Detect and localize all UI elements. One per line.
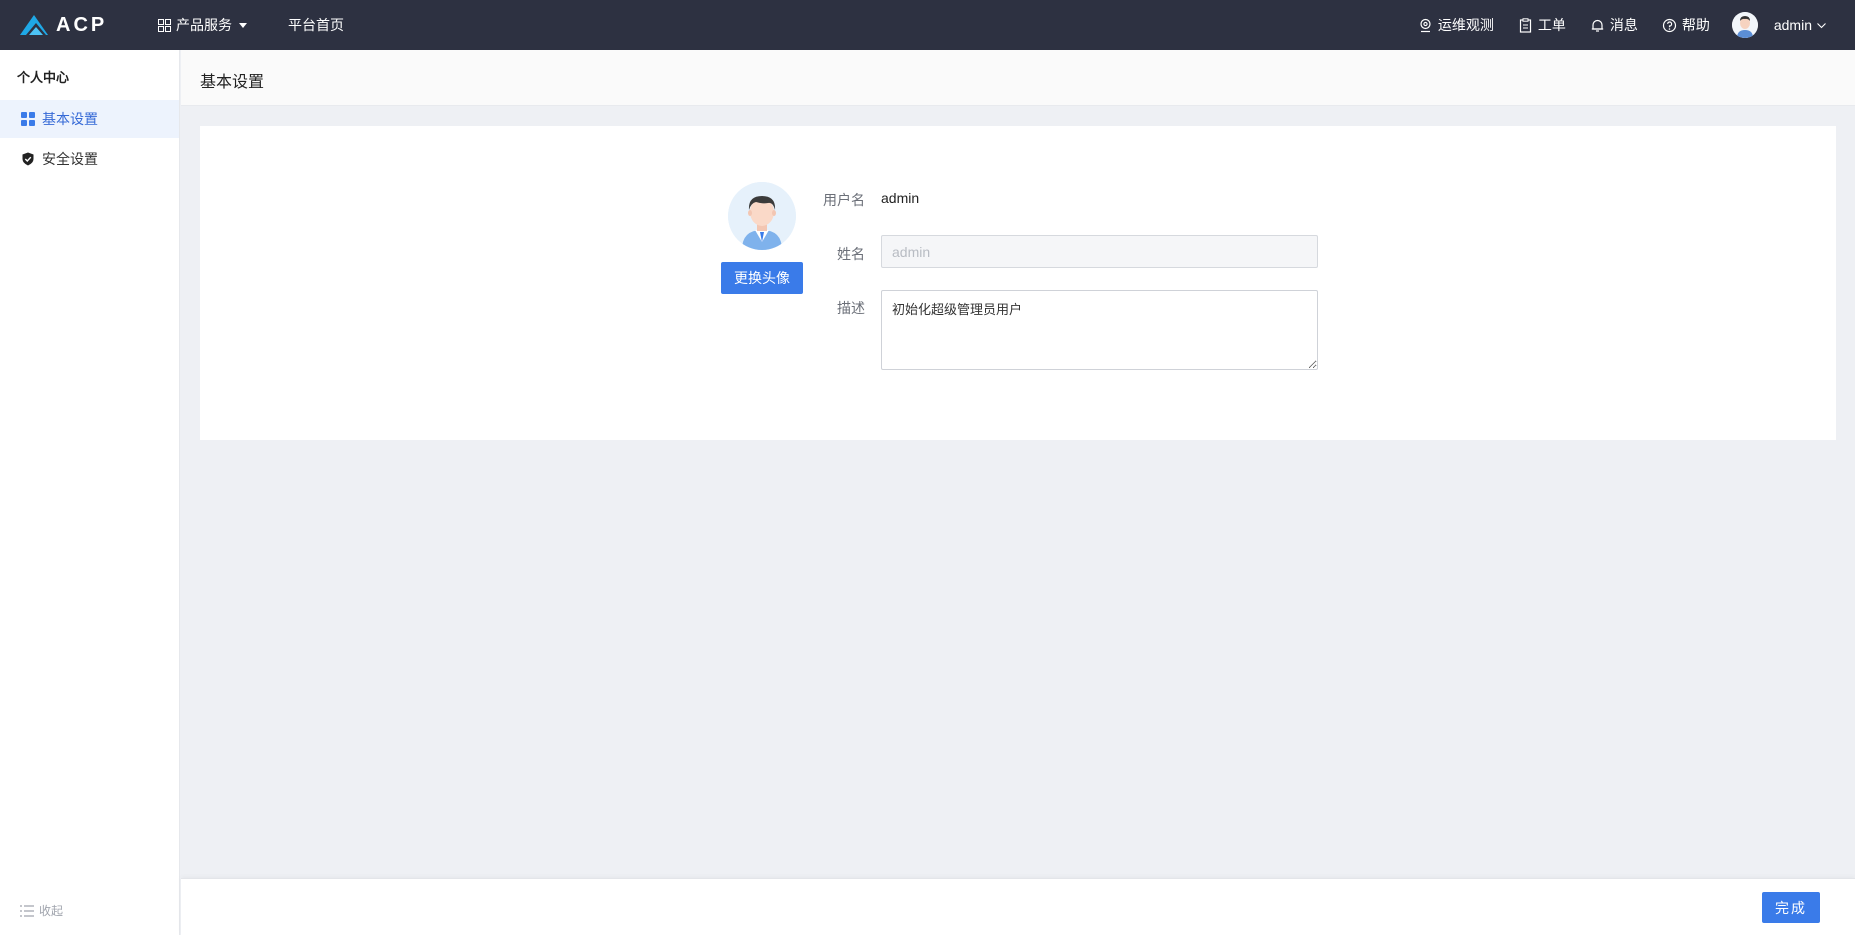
user-avatar[interactable] xyxy=(1731,12,1758,38)
platform-home-label: 平台首页 xyxy=(288,17,344,33)
name-input[interactable] xyxy=(881,235,1318,268)
profile-card xyxy=(200,126,1836,440)
sidebar-item-basic-settings[interactable]: 基本设置 xyxy=(0,100,179,138)
sidebar-title: 个人中心 xyxy=(17,70,70,85)
username-value: admin xyxy=(881,190,920,206)
done-button[interactable]: 完成 xyxy=(1762,892,1820,923)
top-navigation-bar: ACP 产品服务 平台首页 运维观测 工单 消息 帮助 admin xyxy=(0,0,1855,50)
ticket-label: 工单 xyxy=(1537,17,1566,33)
user-avatar-image xyxy=(1731,12,1758,38)
sidebar-item-label: 安全设置 xyxy=(42,151,98,167)
sidebar: 个人中心 基本设置 安全设置 收起 xyxy=(0,50,180,935)
chevron-down-icon xyxy=(1817,22,1826,28)
top-right-actions: 运维观测 工单 消息 帮助 admin xyxy=(1418,0,1827,50)
sidebar-item-label: 基本设置 xyxy=(42,111,98,127)
help-link[interactable]: 帮助 xyxy=(1662,15,1710,35)
page-header: 基本设置 xyxy=(181,50,1855,106)
product-services-menu[interactable]: 产品服务 xyxy=(158,0,247,50)
collapse-label: 收起 xyxy=(39,904,64,918)
location-pin-icon xyxy=(1420,18,1431,32)
ops-observe-link[interactable]: 运维观测 xyxy=(1418,15,1494,35)
ops-observe-label: 运维观测 xyxy=(1437,17,1494,33)
message-label: 消息 xyxy=(1609,17,1638,33)
help-circle-icon xyxy=(1662,18,1676,32)
grid-icon xyxy=(21,112,35,126)
product-services-label: 产品服务 xyxy=(176,17,232,33)
name-label: 姓名 xyxy=(837,246,865,262)
description-textarea[interactable]: 初始化超级管理员用户 xyxy=(881,290,1318,370)
platform-home-link[interactable]: 平台首页 xyxy=(288,0,344,50)
change-avatar-button[interactable]: 更换头像 xyxy=(721,262,803,294)
logo-mountain-icon xyxy=(20,15,48,35)
profile-avatar xyxy=(728,182,796,250)
shield-check-icon xyxy=(22,152,34,166)
caret-down-icon xyxy=(239,22,247,28)
logo-text: ACP xyxy=(56,13,108,36)
collapse-menu-icon xyxy=(20,904,34,917)
page-footer: 完成 xyxy=(181,878,1855,935)
page-title: 基本设置 xyxy=(200,74,265,91)
help-label: 帮助 xyxy=(1681,17,1710,33)
user-menu[interactable]: admin xyxy=(1774,17,1827,33)
apps-grid-icon xyxy=(158,18,171,32)
description-label: 描述 xyxy=(837,300,865,316)
clipboard-icon xyxy=(1519,17,1531,33)
user-name-label: admin xyxy=(1773,17,1812,33)
sidebar-collapse-button[interactable]: 收起 xyxy=(20,902,63,919)
ticket-link[interactable]: 工单 xyxy=(1518,15,1566,35)
profile-avatar-image xyxy=(728,182,796,250)
bell-icon xyxy=(1591,19,1604,32)
sidebar-item-security-settings[interactable]: 安全设置 xyxy=(0,140,179,178)
username-label: 用户名 xyxy=(823,192,865,208)
message-link[interactable]: 消息 xyxy=(1590,15,1638,35)
acp-logo[interactable]: ACP xyxy=(20,11,107,39)
